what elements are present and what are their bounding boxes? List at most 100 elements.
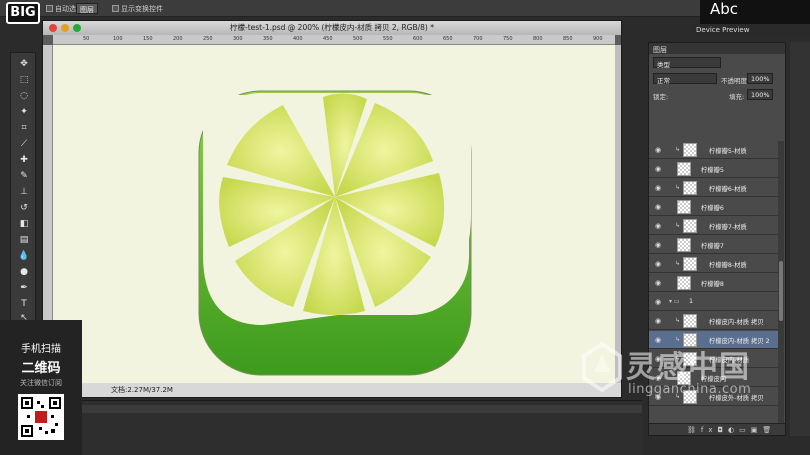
status-bar: 文档:2.27M/37.2M [43,383,621,397]
canvas[interactable] [53,45,615,383]
visibility-eye-icon[interactable]: ◉ [654,203,662,211]
visibility-eye-icon[interactable]: ◉ [654,241,662,249]
type-tool-icon[interactable]: T [17,299,31,310]
blend-mode-dropdown[interactable]: 正常 [653,73,717,85]
photoshop-window: 自动选择: 图层 显示变换控件 BIG Abc Device Preview ✥… [0,0,810,455]
clipping-mask-icon: ↳ [675,184,681,191]
crop-tool-icon[interactable]: ⌗ [17,123,31,134]
checkbox-icon [112,5,119,12]
magic-wand-icon[interactable]: ✦ [17,107,31,118]
ruler-tick-label: 200 [173,36,183,42]
layer-row[interactable]: ◉ ↳ 柠檬瓣5-材质 [649,141,779,159]
ruler-tick-label: 300 [233,36,243,42]
promo-line-1: 手机扫描 [21,344,61,355]
visibility-eye-icon[interactable]: ◉ [654,146,662,154]
layer-thumbnail [683,314,697,328]
layer-thumbnail [683,257,697,271]
layer-row[interactable]: ◉ 柠檬瓣5 [649,160,779,178]
close-icon[interactable] [49,24,57,32]
pen-tool-icon[interactable]: ✒ [17,283,31,294]
move-tool-icon[interactable]: ✥ [17,59,31,70]
opacity-input[interactable]: 100% [747,73,773,84]
ruler-tick-label: 750 [503,36,513,42]
auto-select-dropdown[interactable]: 图层 [76,3,98,14]
layer-row[interactable]: ◉ ▾ ▭ 1 [649,293,779,311]
visibility-eye-icon[interactable]: ◉ [654,165,662,173]
watermark: 灵感中国 lingganchina.com [580,340,800,400]
layers-footer: ⛓fx◘◐▭▣🗑 [649,423,785,435]
layer-row[interactable]: ◉ 柠檬瓣8 [649,274,779,292]
visibility-eye-icon[interactable]: ◉ [654,222,662,230]
lasso-tool-icon[interactable]: ◌ [17,91,31,102]
mask-icon[interactable]: ◘ [718,426,729,434]
layer-name: 柠檬瓣7-材质 [709,224,747,231]
dodge-tool-icon[interactable]: ● [17,267,31,278]
zoom-icon[interactable] [73,24,81,32]
visibility-eye-icon[interactable]: ◉ [654,317,662,325]
visibility-eye-icon[interactable]: ◉ [654,260,662,268]
qr-code [18,394,64,440]
layer-row[interactable]: ◉ ↳ 柠檬瓣7-材质 [649,217,779,235]
qr-promo: 手机扫描 二维码 关注微信订阅 [0,320,82,455]
marquee-tool-icon[interactable]: ⬚ [17,75,31,86]
layer-row[interactable]: ◉ 柠檬瓣7 [649,236,779,254]
fx-icon[interactable]: fx [701,426,718,434]
timeline-area [82,400,642,455]
layer-row[interactable]: ◉ 柠檬瓣6 [649,198,779,216]
ruler-tick-label: 350 [263,36,273,42]
layer-name: 柠檬瓣6-材质 [709,186,747,193]
vertical-scrollbar[interactable] [615,45,621,383]
tools-panel: ✥ ⬚ ◌ ✦ ⌗ ⟋ ✚ ✎ ⊥ ↺ ◧ ▤ 💧 ● ✒ T ↖ [10,52,36,324]
eraser-tool-icon[interactable]: ◧ [17,219,31,230]
clipping-mask-icon: ↳ [675,317,681,324]
visibility-eye-icon[interactable]: ◉ [654,298,662,306]
visibility-eye-icon[interactable]: ◉ [654,184,662,192]
ruler-tick-label: 600 [413,36,423,42]
device-preview-tab[interactable]: Device Preview [692,24,810,36]
stamp-tool-icon[interactable]: ⊥ [17,187,31,198]
watermark-en: lingganchina.com [628,382,752,397]
blur-tool-icon[interactable]: 💧 [17,251,31,262]
show-transform-checkbox[interactable]: 显示变换控件 [112,4,163,14]
font-preview: Abc [700,0,810,24]
ruler-tick-label: 800 [533,36,543,42]
healing-brush-icon[interactable]: ✚ [17,155,31,166]
adjustment-icon[interactable]: ◐ [728,426,739,434]
layer-row[interactable]: ◉ ↳ 柠檬瓣8-材质 [649,255,779,273]
document-window: 柠檬-test-1.psd @ 200% (柠檬皮内-材质 拷贝 2, RGB/… [42,20,622,398]
ruler-tick-label: 250 [203,36,213,42]
ruler-tick-label: 150 [143,36,153,42]
layer-row[interactable]: ◉ ↳ 柠檬皮内-材质 拷贝 [649,312,779,330]
link-icon[interactable]: ⛓ [687,426,701,434]
watermark-logo-icon [582,342,622,392]
ruler-tick-label: 50 [83,36,90,42]
clipping-mask-icon: ↳ [675,222,681,229]
filter-kind-dropdown[interactable]: 类型 [653,57,721,69]
clipping-mask-icon: ↳ [675,146,681,153]
layer-row[interactable]: ◉ ↳ 柠檬瓣6-材质 [649,179,779,197]
layer-thumbnail [677,162,691,176]
group-folder-icon[interactable]: ▾ ▭ [669,298,680,305]
scroll-thumb[interactable] [779,261,783,321]
new-layer-icon[interactable]: ▣ [751,426,763,434]
minimize-icon[interactable] [61,24,69,32]
visibility-eye-icon[interactable]: ◉ [654,279,662,287]
layers-tab[interactable]: 图层 [649,43,785,54]
ruler-tick-label: 900 [593,36,603,42]
fill-input[interactable]: 100% [747,89,773,100]
trash-icon[interactable]: 🗑 [762,426,776,434]
layer-name: 柠檬皮内-材质 拷贝 [709,319,764,326]
opacity-label: 不透明度: [721,77,750,85]
folder-icon[interactable]: ▭ [739,426,751,434]
show-transform-label: 显示变换控件 [121,5,163,13]
layer-thumbnail [677,276,691,290]
checkbox-icon [46,5,53,12]
eyedropper-icon[interactable]: ⟋ [17,139,31,150]
layer-thumbnail [677,238,691,252]
ruler-tick-label: 450 [323,36,333,42]
brush-tool-icon[interactable]: ✎ [17,171,31,182]
layer-name: 柠檬瓣7 [701,243,724,250]
history-brush-icon[interactable]: ↺ [17,203,31,214]
layer-thumbnail [683,143,697,157]
gradient-tool-icon[interactable]: ▤ [17,235,31,246]
